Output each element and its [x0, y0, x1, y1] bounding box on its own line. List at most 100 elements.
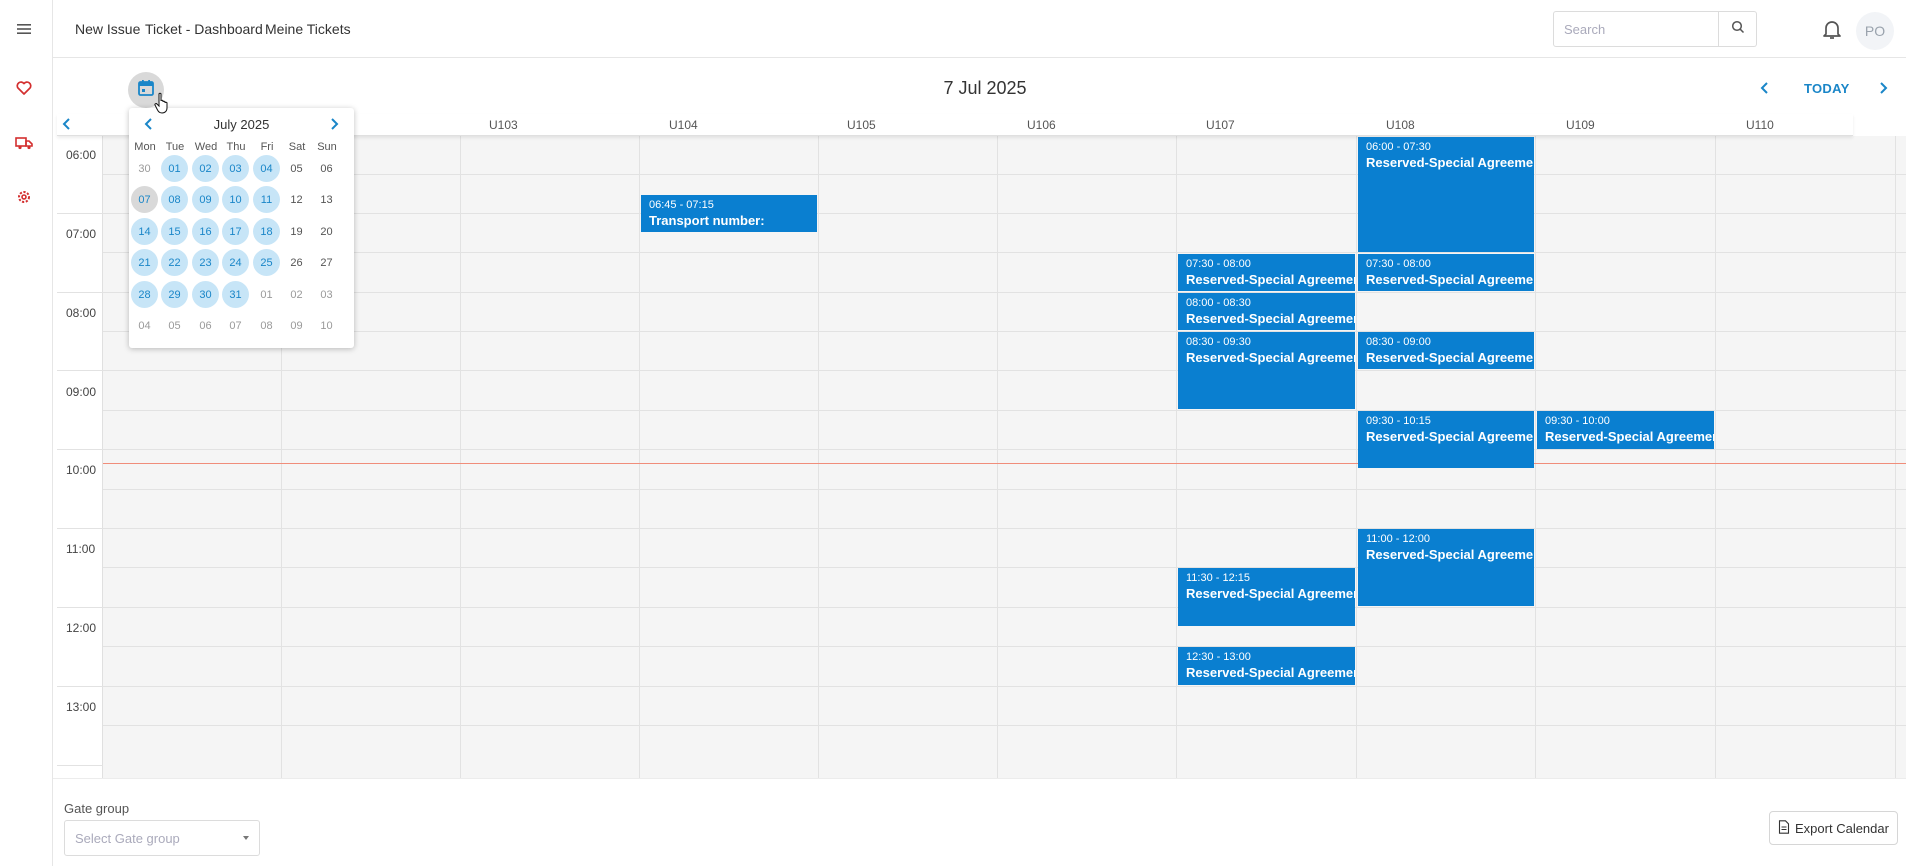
event-time: 08:30 - 09:30: [1186, 336, 1251, 348]
time-label: 08:00: [66, 306, 97, 320]
gear-icon[interactable]: [13, 186, 35, 208]
calendar-event[interactable]: 09:30 - 10:00 Reserved-Special Agreement: [1537, 411, 1714, 449]
day-cell[interactable]: 02: [283, 281, 310, 308]
day-cell[interactable]: 06: [192, 312, 219, 339]
event-time: 09:30 - 10:00: [1545, 415, 1610, 427]
day-cell[interactable]: 14: [131, 218, 158, 245]
chevron-right-icon: [1875, 82, 1891, 100]
day-cell[interactable]: 09: [283, 312, 310, 339]
bell-icon[interactable]: [1820, 17, 1844, 41]
day-cell[interactable]: 29: [161, 281, 188, 308]
export-calendar-label: Export Calendar: [1795, 820, 1889, 836]
grid-line: [103, 174, 1906, 175]
grid-line: [103, 725, 1906, 726]
day-cell-selected[interactable]: 07: [131, 186, 158, 213]
grid-line: [103, 292, 1906, 293]
event-name: Reserved-Special Agreement: [1186, 665, 1355, 680]
day-cell[interactable]: 31: [222, 281, 249, 308]
previous-columns-button[interactable]: [59, 116, 75, 132]
export-calendar-button[interactable]: Export Calendar: [1769, 811, 1898, 845]
day-cell[interactable]: 13: [313, 186, 340, 213]
column-label-u106: U106: [1027, 118, 1056, 132]
column-label-u103: U103: [489, 118, 518, 132]
day-cell[interactable]: 21: [131, 249, 158, 276]
day-cell[interactable]: 02: [192, 155, 219, 182]
grid-column-line: [1356, 136, 1357, 778]
calendar-event[interactable]: 08:30 - 09:00 Reserved-Special Agreement: [1358, 332, 1534, 369]
calendar-event[interactable]: 12:30 - 13:00 Reserved-Special Agreement: [1178, 647, 1355, 685]
day-cell[interactable]: 28: [131, 281, 158, 308]
day-cell[interactable]: 20: [313, 218, 340, 245]
calendar-icon: [137, 79, 155, 102]
previous-day-button[interactable]: [1757, 80, 1773, 96]
hand-cursor-icon: [154, 92, 170, 114]
grid-line: [57, 292, 103, 293]
datepicker-month-title[interactable]: July 2025: [129, 117, 354, 132]
calendar-event[interactable]: 09:30 - 10:15 Reserved-Special Agreement: [1358, 411, 1534, 468]
day-cell[interactable]: 19: [283, 218, 310, 245]
today-button[interactable]: TODAY: [1804, 81, 1850, 96]
day-cell[interactable]: 06: [313, 155, 340, 182]
day-cell[interactable]: 30: [131, 155, 158, 182]
calendar-event[interactable]: 08:30 - 09:30 Reserved-Special Agreement: [1178, 332, 1355, 409]
day-cell[interactable]: 23: [192, 249, 219, 276]
calendar-event[interactable]: 07:30 - 08:00 Reserved-Special Agreement: [1358, 254, 1534, 291]
menu-icon[interactable]: [13, 18, 35, 40]
calendar-event[interactable]: 07:30 - 08:00 Reserved-Special Agreement: [1178, 254, 1355, 291]
nav-ticket-dashboard[interactable]: Ticket - Dashboard: [145, 21, 263, 37]
search-input[interactable]: [1553, 11, 1719, 47]
day-cell[interactable]: 30: [192, 281, 219, 308]
calendar-event[interactable]: 06:00 - 07:30 Reserved-Special Agreement: [1358, 137, 1534, 252]
day-cell[interactable]: 27: [313, 249, 340, 276]
weekday-label: Wed: [194, 141, 218, 153]
day-cell[interactable]: 25: [253, 249, 280, 276]
day-cell[interactable]: 15: [161, 218, 188, 245]
day-cell[interactable]: 10: [222, 186, 249, 213]
calendar-event[interactable]: 11:30 - 12:15 Reserved-Special Agreement: [1178, 568, 1355, 626]
avatar[interactable]: PO: [1856, 12, 1894, 50]
heart-icon[interactable]: [13, 77, 35, 99]
day-cell[interactable]: 08: [161, 186, 188, 213]
weekday-label: Sat: [288, 141, 306, 153]
day-cell[interactable]: 08: [253, 312, 280, 339]
day-cell[interactable]: 05: [161, 312, 188, 339]
calendar-event[interactable]: 11:00 - 12:00 Reserved-Special Agreement: [1358, 529, 1534, 606]
day-cell[interactable]: 10: [313, 312, 340, 339]
day-cell[interactable]: 09: [192, 186, 219, 213]
day-cell[interactable]: 26: [283, 249, 310, 276]
day-cell[interactable]: 18: [253, 218, 280, 245]
day-cell[interactable]: 24: [222, 249, 249, 276]
truck-icon[interactable]: [13, 132, 35, 154]
day-cell[interactable]: 04: [253, 155, 280, 182]
next-month-button[interactable]: [326, 116, 342, 132]
event-name: Reserved-Special Agreement: [1366, 272, 1534, 287]
day-cell[interactable]: 22: [161, 249, 188, 276]
grid-column-line: [1535, 136, 1536, 778]
day-cell[interactable]: 04: [131, 312, 158, 339]
event-name: Reserved-Special Agreement: [1366, 350, 1534, 365]
day-cell[interactable]: 03: [222, 155, 249, 182]
search-button[interactable]: [1719, 11, 1757, 47]
current-time-line: [103, 463, 1906, 464]
day-cell[interactable]: 17: [222, 218, 249, 245]
day-cell[interactable]: 01: [161, 155, 188, 182]
next-day-button[interactable]: [1875, 80, 1891, 96]
grid-column-line: [1176, 136, 1177, 778]
day-cell[interactable]: 03: [313, 281, 340, 308]
nav-meine-tickets[interactable]: Meine Tickets: [265, 21, 351, 37]
time-label: 12:00: [66, 621, 97, 635]
day-cell[interactable]: 07: [222, 312, 249, 339]
calendar-event[interactable]: 08:00 - 08:30 Reserved-Special Agreement: [1178, 293, 1355, 330]
time-label: 11:00: [66, 542, 96, 556]
day-cell[interactable]: 01: [253, 281, 280, 308]
gate-group-select[interactable]: Select Gate group: [64, 820, 260, 856]
day-cell[interactable]: 16: [192, 218, 219, 245]
calendar-event[interactable]: 06:45 - 07:15 Transport number:: [641, 195, 817, 232]
event-name: Reserved-Special Agreement: [1366, 155, 1534, 170]
grid-line: [57, 213, 103, 214]
day-cell[interactable]: 05: [283, 155, 310, 182]
column-label-u108: U108: [1386, 118, 1415, 132]
day-cell[interactable]: 11: [253, 186, 280, 213]
nav-new-issue[interactable]: New Issue: [75, 21, 140, 37]
day-cell[interactable]: 12: [283, 186, 310, 213]
